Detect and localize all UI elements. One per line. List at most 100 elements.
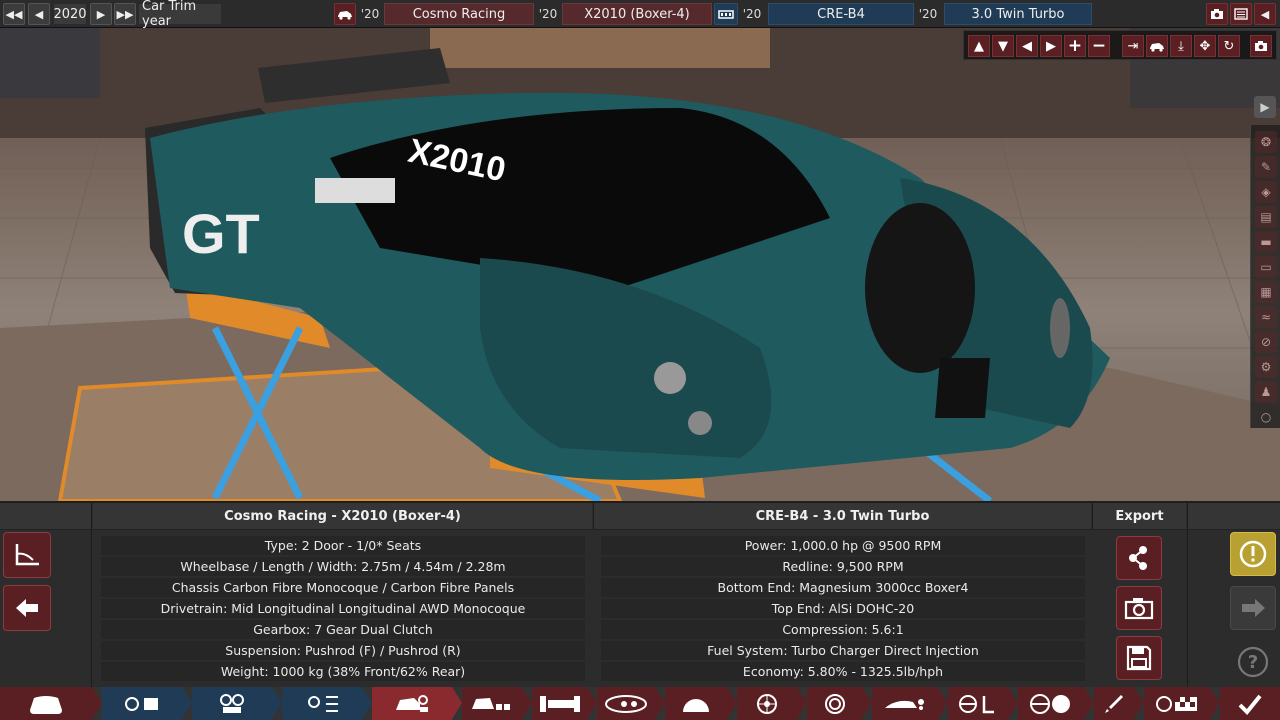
brush-icon	[1105, 694, 1123, 713]
badge-tool[interactable]: ▭	[1255, 256, 1277, 278]
rotate-up-button[interactable]: ▲	[968, 35, 990, 57]
headlight-icon: ◈	[1261, 185, 1271, 199]
back-button[interactable]: ◀	[1254, 3, 1276, 25]
previous-step-button[interactable]	[3, 585, 51, 631]
no-entry-icon: ⊘	[1260, 335, 1272, 349]
nav-separator	[1084, 687, 1094, 719]
arrow-left-icon: ◀	[34, 7, 44, 21]
nav-separator	[522, 687, 532, 719]
photo-button[interactable]	[1250, 35, 1272, 57]
nav-tyres[interactable]	[807, 687, 862, 720]
company-name[interactable]: Cosmo Racing	[384, 3, 534, 25]
car-view-button[interactable]	[1146, 35, 1168, 57]
nav-testing[interactable]	[1144, 687, 1210, 720]
last-year-button[interactable]: ▶▶	[114, 3, 136, 25]
warning-button[interactable]	[1230, 532, 1276, 576]
minus-icon: −	[1091, 36, 1107, 56]
first-year-button[interactable]: ◀◀	[3, 3, 25, 25]
family-year: '20	[538, 7, 558, 21]
nav-safety[interactable]	[1018, 687, 1084, 720]
arrow-left-icon: ◀	[1260, 7, 1270, 21]
engine-fuel-row: Fuel System: Turbo Charger Direct Inject…	[601, 641, 1085, 660]
share-button[interactable]	[1116, 536, 1162, 580]
gauge-icon	[683, 698, 709, 712]
collapse-panel-button[interactable]: ▶	[1254, 96, 1276, 118]
camera-toolbar: ▲ ▼ ◀ ▶ + − ⇥ ⤓ ✥ ↻	[963, 30, 1277, 60]
car-icon	[338, 11, 352, 20]
nav-car-engine-select[interactable]	[372, 687, 452, 720]
nav-wheels[interactable]	[737, 687, 797, 720]
settings-tool[interactable]: ⚙	[1255, 356, 1277, 378]
nav-brakes[interactable]	[665, 687, 727, 720]
car-front-icon	[30, 695, 62, 714]
model-button[interactable]	[334, 3, 356, 25]
lower-button[interactable]: ⤓	[1170, 35, 1192, 57]
lights-tool[interactable]: ◈	[1255, 181, 1277, 203]
engine-top-end-row: Top End: AlSi DOHC-20	[601, 599, 1085, 618]
zoom-out-button[interactable]: −	[1088, 35, 1110, 57]
gt-decal: GT	[182, 202, 260, 265]
rotate-right-button[interactable]: ▶	[1040, 35, 1062, 57]
export-photo-button[interactable]	[1116, 586, 1162, 630]
vent-icon: ▦	[1260, 285, 1272, 299]
car-viewport[interactable]: GT X2010 ▲ ▼ ◀ ▶ + − ⇥ ⤓ ✥ ↻ ▶ ❂ ✎ ◈ ▤ ▬…	[0, 28, 1280, 501]
nav-interior[interactable]	[462, 687, 522, 720]
nav-car-model[interactable]	[0, 687, 92, 720]
body-tool[interactable]: ▬	[1255, 231, 1277, 253]
nav-aero[interactable]	[872, 687, 938, 720]
save-button[interactable]	[1116, 636, 1162, 680]
driver-tool[interactable]: ♟	[1255, 381, 1277, 403]
engine-economy-row: Economy: 5.80% - 1325.5lb/hph	[601, 662, 1085, 681]
suspension-geometry-button[interactable]	[3, 532, 51, 578]
car-weight-row: Weight: 1000 kg (38% Front/62% Rear)	[101, 662, 585, 681]
prev-year-button[interactable]: ◀	[28, 3, 50, 25]
triangle-left-icon: ◀	[1022, 38, 1032, 54]
nav-separator	[655, 687, 665, 719]
nav-engine-family[interactable]	[102, 687, 182, 720]
move-button[interactable]: ✥	[1194, 35, 1216, 57]
nav-drivetrain[interactable]	[532, 687, 587, 720]
nav-engine-tune[interactable]	[282, 687, 362, 720]
camera-icon	[1211, 9, 1223, 19]
nav-tuning[interactable]	[1094, 687, 1134, 720]
exhaust-tool[interactable]: ≈	[1255, 306, 1277, 328]
rotate-left-button[interactable]: ◀	[1016, 35, 1038, 57]
menu-button[interactable]	[1230, 3, 1252, 25]
info-panel: Cosmo Racing - X2010 (Boxer-4) Type: 2 D…	[0, 501, 1280, 689]
paint-tool[interactable]: ✎	[1255, 156, 1277, 178]
disable-tool[interactable]: ⊘	[1255, 331, 1277, 353]
screenshot-button[interactable]	[1206, 3, 1228, 25]
triangle-down-icon: ▼	[998, 38, 1008, 54]
headlight-icon	[605, 694, 647, 713]
nav-headlights[interactable]	[597, 687, 655, 720]
help-button[interactable]: ?	[1230, 640, 1276, 684]
circle-tool[interactable]: ○	[1255, 406, 1277, 428]
next-step-button[interactable]	[1230, 586, 1276, 630]
model-family[interactable]: X2010 (Boxer-4)	[562, 3, 712, 25]
nav-finish[interactable]	[1220, 687, 1280, 720]
engine-family[interactable]: CRE-B4	[768, 3, 914, 25]
engine-folder-icon	[125, 696, 158, 711]
brush-icon: ✎	[1260, 160, 1272, 174]
svg-text:?: ?	[1248, 652, 1258, 673]
wheel-tool[interactable]: ❂	[1255, 131, 1277, 153]
nav-engine-bottom[interactable]	[192, 687, 272, 720]
arrow-right-icon	[1242, 599, 1265, 617]
nav-interior-quality[interactable]	[948, 687, 1008, 720]
engine-variant[interactable]: 3.0 Twin Turbo	[944, 3, 1092, 25]
vent-tool[interactable]: ▦	[1255, 281, 1277, 303]
arrow-right-icon: ▶	[96, 7, 106, 21]
reset-view-button[interactable]: ↻	[1218, 35, 1240, 57]
align-right-button[interactable]: ⇥	[1122, 35, 1144, 57]
engine-button[interactable]	[714, 3, 738, 25]
camera-icon	[1124, 598, 1154, 620]
arrow-left-icon	[16, 599, 38, 617]
nav-separator	[272, 687, 282, 719]
grille-tool[interactable]: ▤	[1255, 206, 1277, 228]
car-type-row: Type: 2 Door - 1/0* Seats	[101, 536, 585, 555]
next-year-button[interactable]: ▶	[90, 3, 112, 25]
wheel-icon: ❂	[1260, 135, 1272, 149]
variant-year: '20	[918, 7, 938, 21]
zoom-in-button[interactable]: +	[1064, 35, 1086, 57]
rotate-down-button[interactable]: ▼	[992, 35, 1014, 57]
